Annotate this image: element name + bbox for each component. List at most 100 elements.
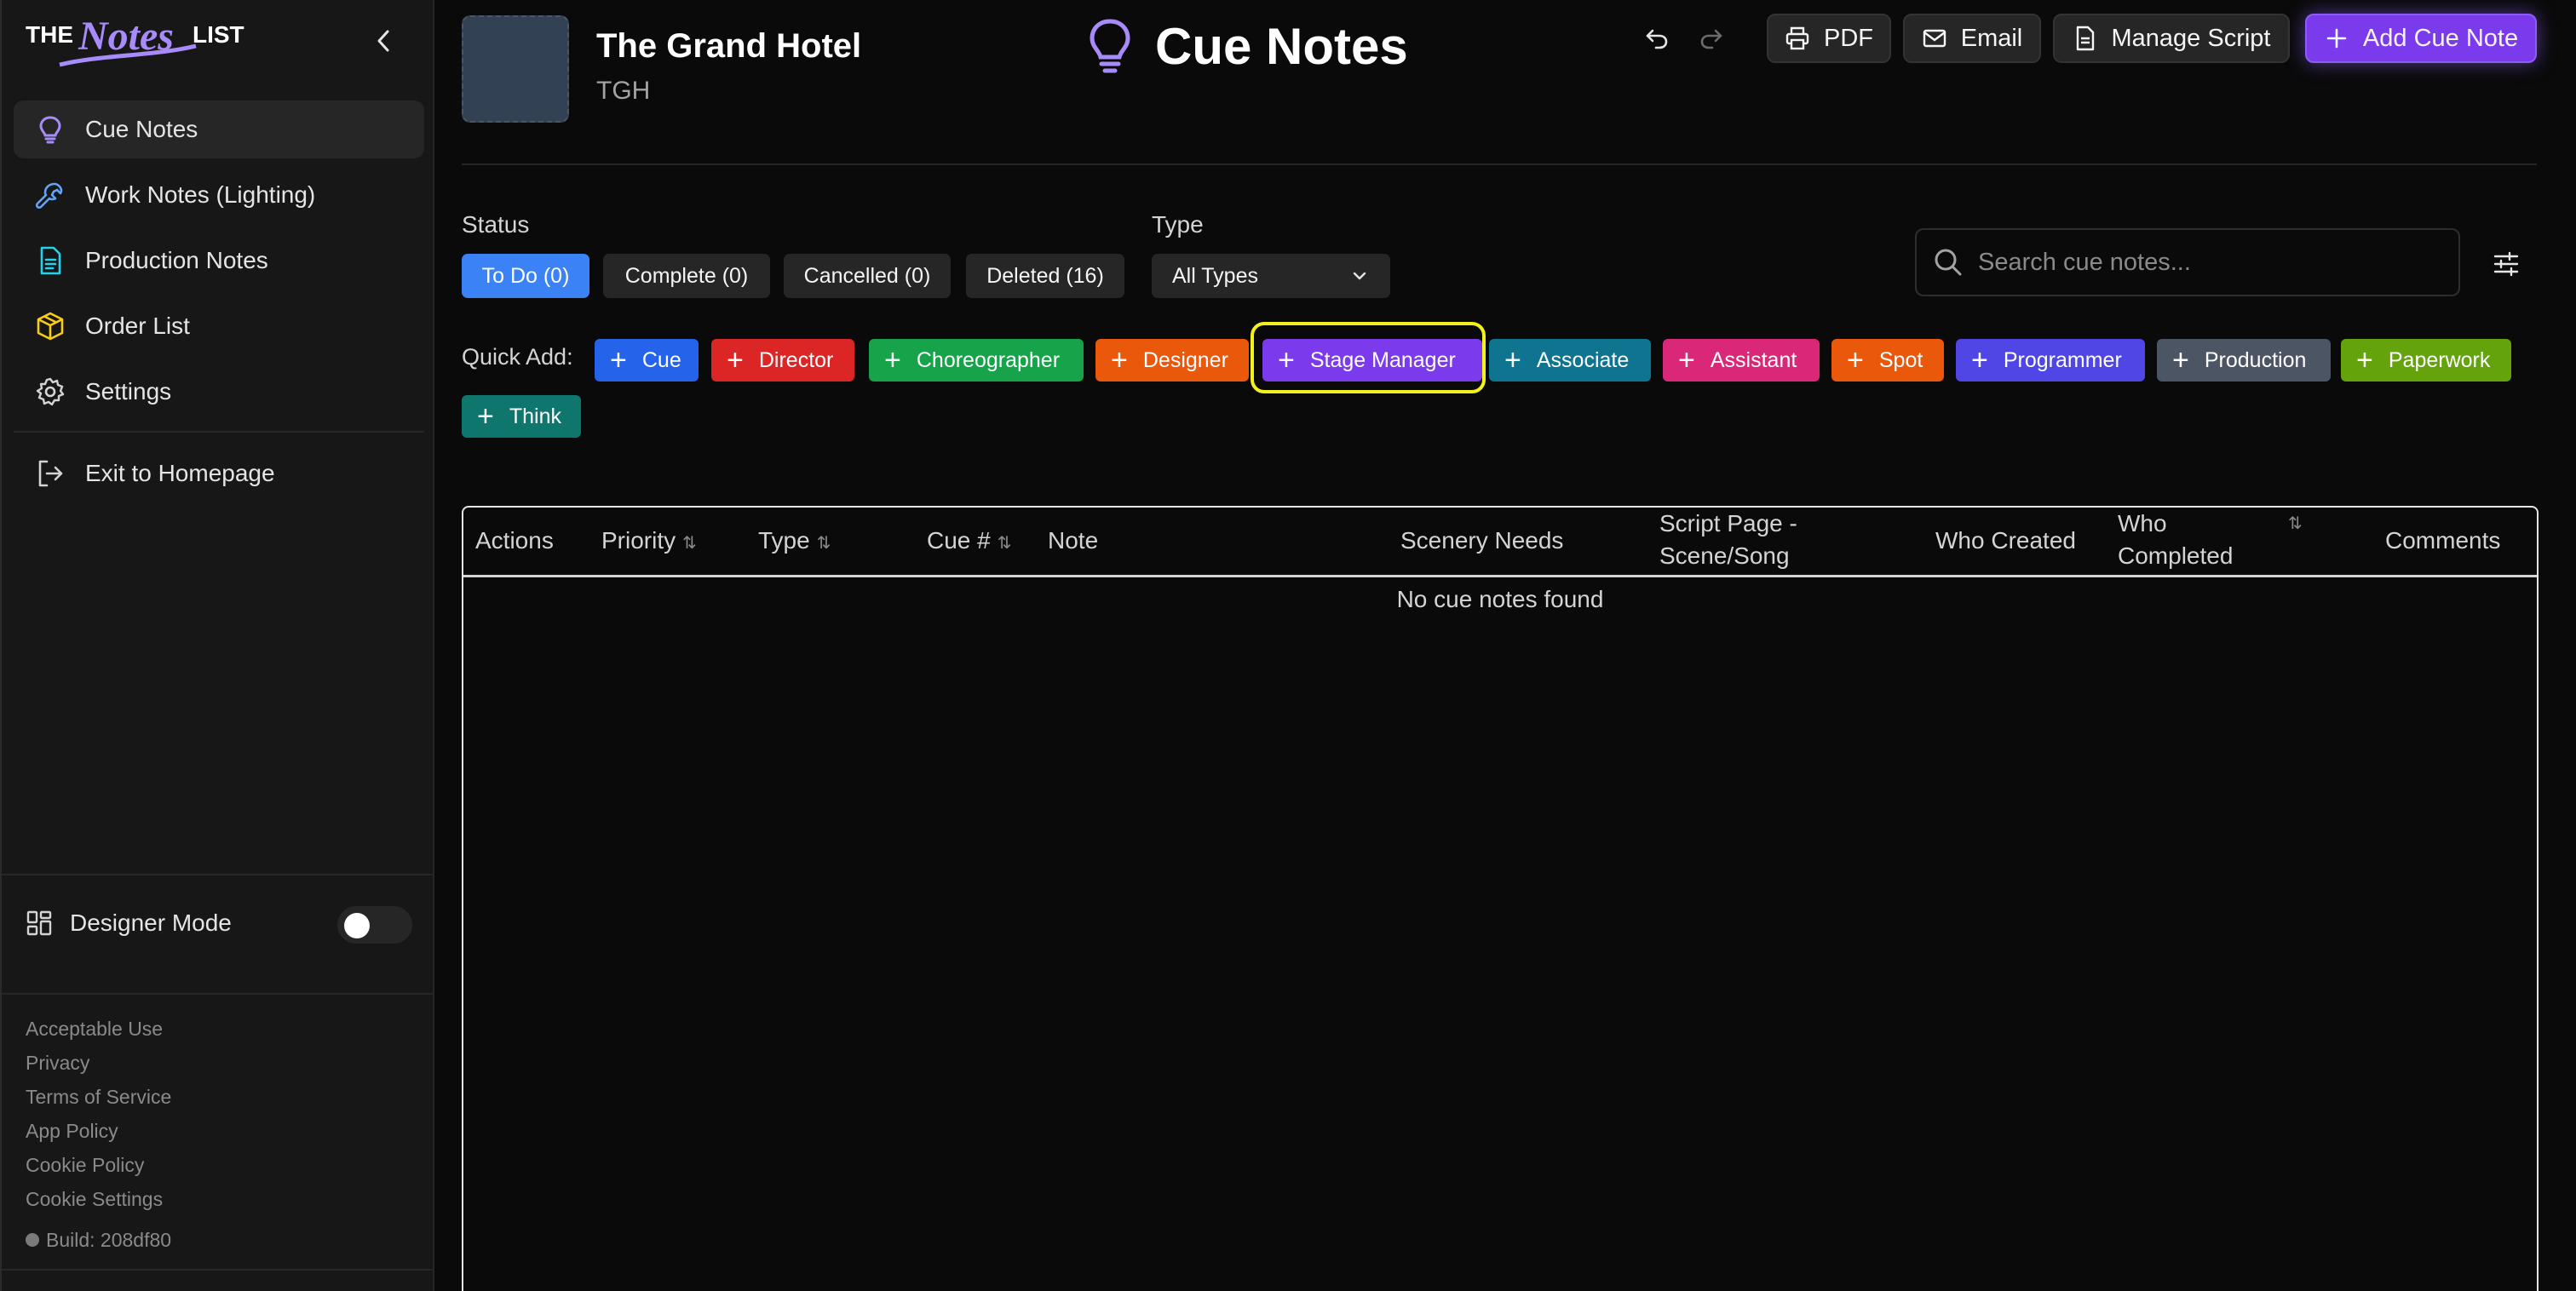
sidebar-divider <box>2 993 434 995</box>
column-label: Scenery Needs <box>1400 527 1564 554</box>
empty-state-message: No cue notes found <box>1396 586 1604 612</box>
status-chip-todo[interactable]: To Do (0) <box>462 254 589 298</box>
column-label: Who Completed <box>2118 510 2234 569</box>
document-icon <box>34 244 66 277</box>
column-header-who-completed[interactable]: Who Completed ⇅ <box>2118 508 2322 572</box>
footer-link-cookie-settings[interactable]: Cookie Settings <box>26 1182 171 1216</box>
column-header-actions: Actions <box>475 525 554 557</box>
sidebar-item-exit[interactable]: Exit to Homepage <box>14 445 424 502</box>
build-label: Build: 208df80 <box>46 1229 172 1251</box>
quick-add-label-text: Spot <box>1878 347 1923 372</box>
cue-notes-table: Actions Priority ⇅ Type ⇅ Cue # ⇅ Note Scen… <box>462 506 2539 1291</box>
column-header-who-created: Who Created <box>1935 525 2076 557</box>
sidebar-divider <box>2 874 434 875</box>
sidebar-item-label: Work Notes (Lighting) <box>85 181 316 208</box>
quick-add-label-text: Associate <box>1536 347 1630 372</box>
quick-add-think-button[interactable]: + Think <box>462 395 581 438</box>
plus-icon <box>2326 28 2347 49</box>
quick-add-label-text: Production <box>2204 347 2307 372</box>
quick-add-director-button[interactable]: + Director <box>711 339 854 382</box>
quick-add-label-text: Designer <box>1142 347 1228 372</box>
redo-button[interactable] <box>1693 20 1729 56</box>
collapse-sidebar-button[interactable] <box>368 24 399 58</box>
quick-add-label-text: Think <box>509 404 561 428</box>
footer-link-terms[interactable]: Terms of Service <box>26 1080 171 1114</box>
column-label: Type <box>758 527 810 554</box>
type-select[interactable]: All Types <box>1152 254 1390 298</box>
layout-grid-icon <box>26 910 52 936</box>
column-label: Who Created <box>1935 527 2076 554</box>
page-title: Cue Notes <box>1085 14 1408 78</box>
plus-icon: + <box>1971 344 1988 376</box>
status-chip-complete[interactable]: Complete (0) <box>603 254 770 298</box>
sliders-icon <box>2493 251 2519 277</box>
quick-add-paperwork-button[interactable]: + Paperwork <box>2341 339 2511 382</box>
sidebar-item-label: Order List <box>85 313 190 339</box>
quick-add-programmer-button[interactable]: + Programmer <box>1956 339 2145 382</box>
quick-add-cue-button[interactable]: + Cue <box>595 339 699 382</box>
sort-icon: ⇅ <box>2288 514 2303 533</box>
status-chip-cancelled[interactable]: Cancelled (0) <box>784 254 951 298</box>
pdf-button[interactable]: PDF <box>1767 14 1891 63</box>
designer-mode-label: Designer Mode <box>70 909 232 936</box>
plus-icon: + <box>610 344 627 376</box>
status-filter-label: Status <box>462 211 530 238</box>
designer-mode-toggle[interactable] <box>337 906 412 944</box>
selection-highlight <box>1251 322 1486 393</box>
sidebar-item-label: Settings <box>85 378 172 405</box>
search-icon <box>1935 249 1962 276</box>
production-title: The Grand Hotel <box>596 27 862 65</box>
designer-mode-row: Designer Mode <box>26 899 412 947</box>
sidebar-item-settings[interactable]: Settings <box>14 363 424 421</box>
plus-icon: + <box>727 344 744 376</box>
document-icon <box>2076 26 2094 51</box>
quick-add-designer-button[interactable]: + Designer <box>1095 339 1249 382</box>
filter-settings-button[interactable] <box>2489 247 2523 281</box>
plus-icon: + <box>2172 344 2189 376</box>
production-thumbnail[interactable] <box>462 15 569 123</box>
column-header-script-page: Script Page - Scene/Song <box>1659 508 1830 572</box>
column-header-cue-number[interactable]: Cue # ⇅ <box>927 525 1011 559</box>
footer-link-app-policy[interactable]: App Policy <box>26 1114 171 1148</box>
column-header-type[interactable]: Type ⇅ <box>758 525 831 559</box>
column-label: Script Page - Scene/Song <box>1659 510 1797 569</box>
column-header-priority[interactable]: Priority ⇅ <box>601 525 697 559</box>
sidebar-item-label: Cue Notes <box>85 116 198 142</box>
package-icon <box>34 310 66 342</box>
svg-text:THE: THE <box>26 21 73 48</box>
search-input[interactable] <box>1978 248 2455 277</box>
main-content: The Grand Hotel TGH Cue Notes PDF Email … <box>436 0 2576 1291</box>
footer-link-privacy[interactable]: Privacy <box>26 1046 171 1080</box>
quick-add-assistant-button[interactable]: + Assistant <box>1663 339 1820 382</box>
sidebar-item-production-notes[interactable]: Production Notes <box>14 232 424 290</box>
table-header: Actions Priority ⇅ Type ⇅ Cue # ⇅ Note Scen… <box>463 508 2537 577</box>
status-chip-deleted[interactable]: Deleted (16) <box>966 254 1124 298</box>
footer-links: Acceptable Use Privacy Terms of Service … <box>26 1012 171 1257</box>
redo-icon <box>1700 29 1722 49</box>
toggle-knob <box>344 913 370 938</box>
undo-button[interactable] <box>1639 20 1675 56</box>
quick-add-choreographer-button[interactable]: + Choreographer <box>869 339 1084 382</box>
sort-icon: ⇅ <box>682 534 697 553</box>
column-header-note: Note <box>1048 525 1098 557</box>
sidebar-item-label: Production Notes <box>85 247 268 273</box>
app-logo[interactable]: THE Notes LIST <box>26 12 247 72</box>
sidebar-item-order-list[interactable]: Order List <box>14 297 424 355</box>
footer-link-cookie-policy[interactable]: Cookie Policy <box>26 1148 171 1182</box>
header-divider <box>462 164 2537 165</box>
sidebar-item-work-notes[interactable]: Work Notes (Lighting) <box>14 166 424 224</box>
column-header-comments: Comments <box>2385 525 2500 557</box>
wrench-icon <box>34 179 66 211</box>
column-header-scenery-needs: Scenery Needs <box>1400 525 1563 557</box>
sort-icon: ⇅ <box>816 534 831 553</box>
quick-add-production-button[interactable]: + Production <box>2157 339 2331 382</box>
sidebar-item-cue-notes[interactable]: Cue Notes <box>14 100 424 158</box>
email-button[interactable]: Email <box>1903 14 2041 63</box>
quick-add-associate-button[interactable]: + Associate <box>1489 339 1651 382</box>
quick-add-spot-button[interactable]: + Spot <box>1831 339 1944 382</box>
footer-link-acceptable-use[interactable]: Acceptable Use <box>26 1012 171 1046</box>
add-cue-note-button[interactable]: Add Cue Note <box>2305 14 2537 63</box>
gear-icon <box>34 376 66 408</box>
printer-icon <box>1785 26 1809 50</box>
manage-script-button[interactable]: Manage Script <box>2053 14 2290 63</box>
